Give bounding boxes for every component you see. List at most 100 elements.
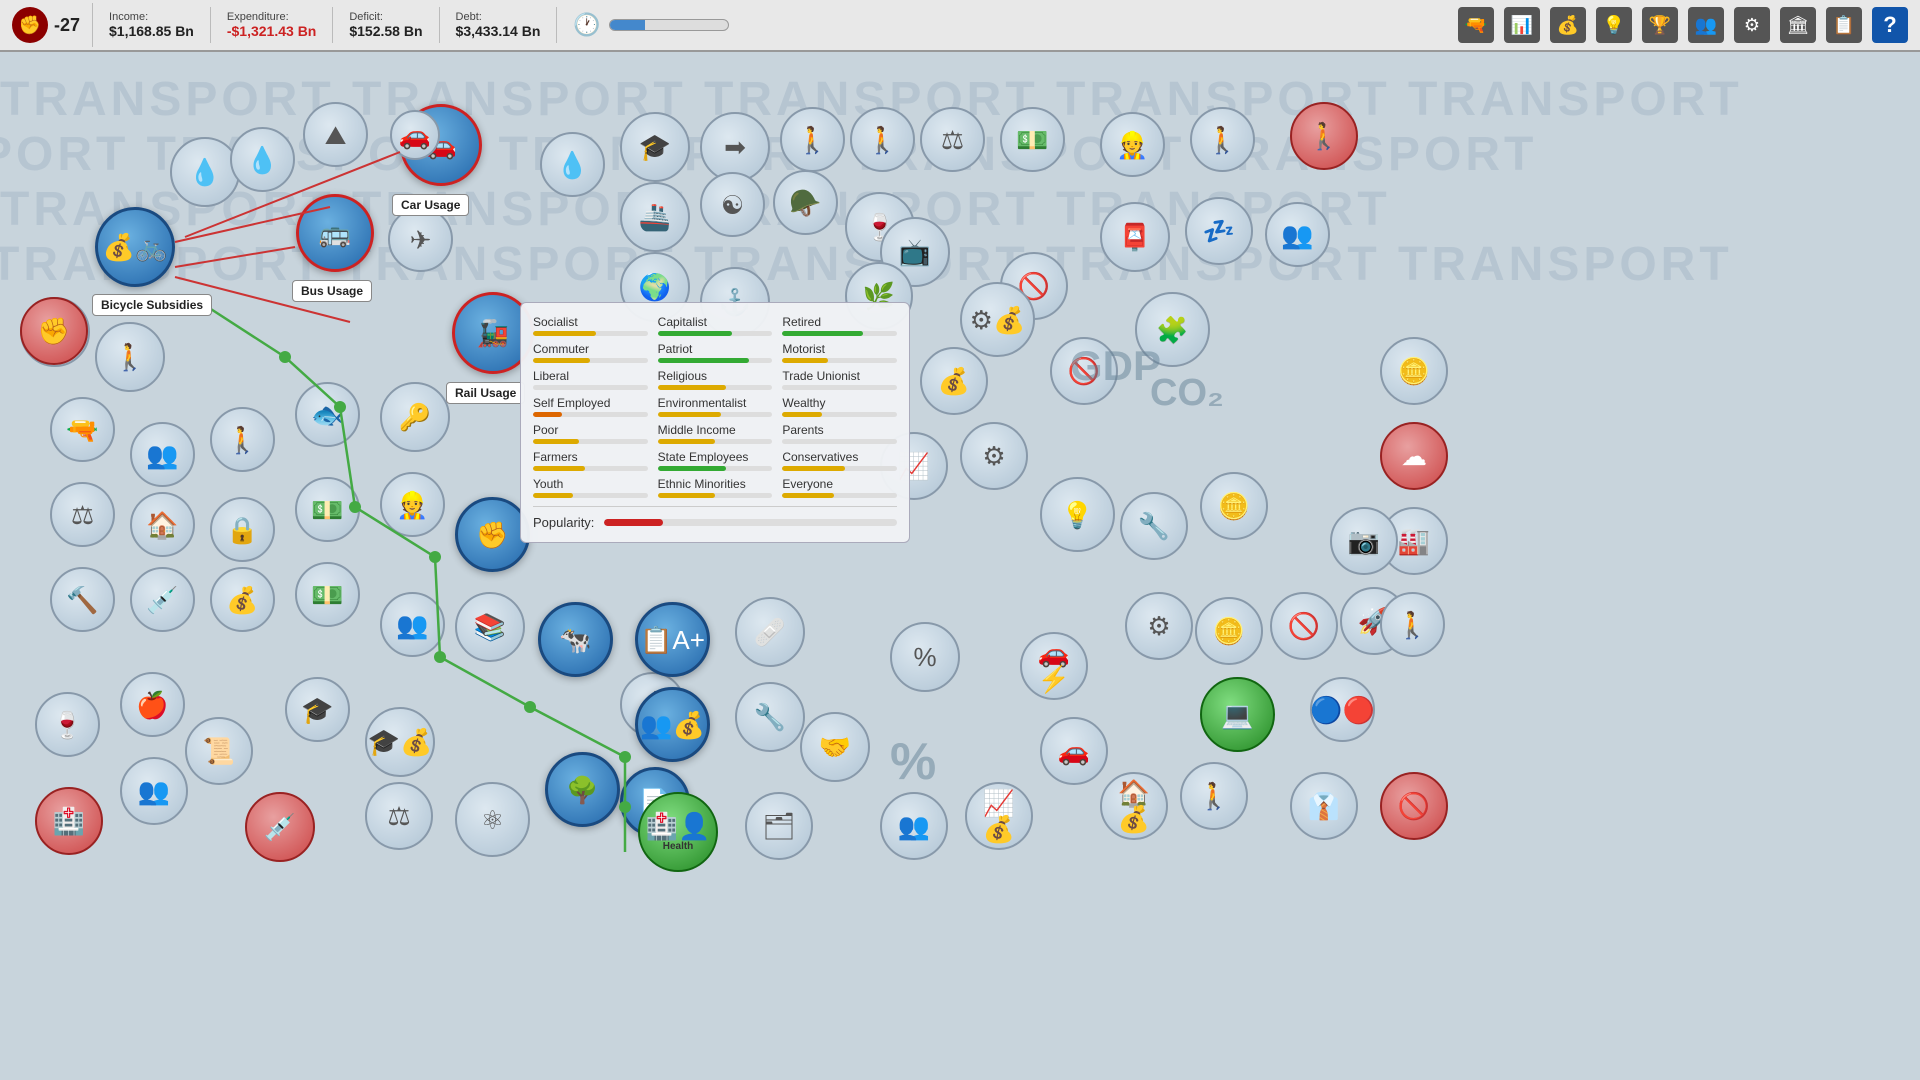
circle-gun[interactable]: 🔫 xyxy=(50,397,115,462)
circle-coins[interactable]: 🪙 xyxy=(1200,472,1268,540)
circle-tank[interactable]: 🪖 xyxy=(773,170,838,235)
circle-group[interactable]: 👥 xyxy=(130,422,195,487)
notes-icon[interactable]: 📋 xyxy=(1826,7,1862,43)
circle-mortar[interactable]: 🎓 xyxy=(285,677,350,742)
circle-mountain[interactable]: ⛰ xyxy=(303,102,368,167)
circle-economy[interactable]: ⚙💰 xyxy=(960,282,1035,357)
circle-key[interactable]: 🔑 xyxy=(380,382,450,452)
circle-people2[interactable]: 👥 xyxy=(380,592,445,657)
circle-person4[interactable]: 🚶 xyxy=(850,107,915,172)
circle-car2[interactable]: 🚗 xyxy=(390,110,440,160)
circle-car-electric[interactable]: 🚗⚡ xyxy=(1020,632,1088,700)
circle-no3[interactable]: 🚫 xyxy=(1270,592,1338,660)
circle-book[interactable]: 📚 xyxy=(455,592,525,662)
circle-gear[interactable]: ⚙ xyxy=(960,422,1028,490)
circle-syringe[interactable]: 💉 xyxy=(130,567,195,632)
circle-wine2[interactable]: 🍷 xyxy=(35,692,100,757)
circle-wrench[interactable]: 🔧 xyxy=(735,682,805,752)
group-bar xyxy=(533,358,590,363)
circle-bicolor[interactable]: 🔵🔴 xyxy=(1310,677,1375,742)
circle-lightbulb[interactable]: 💡 xyxy=(1040,477,1115,552)
circle-settings2[interactable]: ⚙ xyxy=(1125,592,1193,660)
people-icon[interactable]: 👥 xyxy=(1688,7,1724,43)
circle-dollar2[interactable]: 💵 xyxy=(295,562,360,627)
circle-court[interactable]: ⚖ xyxy=(365,782,433,850)
circle-lock[interactable]: 🔒 xyxy=(210,497,275,562)
circle-fish[interactable]: 🐟 xyxy=(295,382,360,447)
circle-apple[interactable]: 🍎 xyxy=(120,672,185,737)
circle-money-bag[interactable]: 💰 xyxy=(210,567,275,632)
circle-gavel[interactable]: 🔨 xyxy=(50,567,115,632)
group-name: Liberal xyxy=(533,369,648,383)
circle-hammer[interactable]: ⚖ xyxy=(50,482,115,547)
circle-ship[interactable]: 🚢 xyxy=(620,182,690,252)
circle-report2[interactable]: 📋A+ xyxy=(635,602,710,677)
circle-dollar[interactable]: 💵 xyxy=(295,477,360,542)
circle-coins3[interactable]: 🪙 xyxy=(1195,597,1263,665)
circle-red2[interactable]: 🚶 xyxy=(1290,102,1358,170)
health-circle[interactable]: 🏥👤 Health xyxy=(638,792,718,872)
circle-person-dollar[interactable]: 💰 xyxy=(920,347,988,415)
circle-graduate[interactable]: 🎓 xyxy=(620,112,690,182)
circle-people5[interactable]: 👥 xyxy=(880,792,948,860)
circle-red-cloud[interactable]: ☁ xyxy=(1380,422,1448,490)
bus-usage-circle[interactable]: 🚌 xyxy=(296,194,374,272)
circle-hand[interactable]: 🤝 xyxy=(800,712,870,782)
circle-camera[interactable]: 📷 xyxy=(1330,507,1398,575)
circle-waterdrop[interactable]: 💧 xyxy=(540,132,605,197)
circle-red1[interactable]: ✊ xyxy=(20,297,88,365)
circle-red-medic[interactable]: 🏥 xyxy=(35,787,103,855)
circle-suit[interactable]: 👔 xyxy=(1290,772,1358,840)
settings-icon[interactable]: ⚙ xyxy=(1734,7,1770,43)
money-icon[interactable]: 💰 xyxy=(1550,7,1586,43)
circle-green-computer[interactable]: 💻 xyxy=(1200,677,1275,752)
circle-person1[interactable]: 🚶 xyxy=(95,322,165,392)
circle-diploma[interactable]: 📜 xyxy=(185,717,253,785)
circle-worker[interactable]: 👷 xyxy=(380,472,445,537)
circle-house[interactable]: 🏠 xyxy=(130,492,195,557)
circle-people4[interactable]: 👥 xyxy=(120,757,188,825)
circle-zzz[interactable]: 💤 xyxy=(1185,197,1253,265)
circle-person7[interactable]: 🚶 xyxy=(1380,592,1445,657)
circle-person5[interactable]: 🚶 xyxy=(1190,107,1255,172)
circle-up-money[interactable]: 📈💰 xyxy=(965,782,1033,850)
trophy-icon[interactable]: 🏆 xyxy=(1642,7,1678,43)
chart-icon[interactable]: 📊 xyxy=(1504,7,1540,43)
circle-person6[interactable]: 🚶 xyxy=(1180,762,1248,830)
circle-car2[interactable]: 🚗 xyxy=(1040,717,1108,785)
circle-fist-blue[interactable]: ✊ xyxy=(455,497,530,572)
circle-dollar3[interactable]: 💵 xyxy=(1000,107,1065,172)
group-bar-container xyxy=(782,358,897,363)
circle-coins2[interactable]: 🪙 xyxy=(1380,337,1448,405)
circle-nuclear[interactable]: ⚛ xyxy=(455,782,530,857)
circle-drop2[interactable]: 💧 xyxy=(230,127,295,192)
circle-person2[interactable]: 🚶 xyxy=(210,407,275,472)
circle-cow[interactable]: 🐄 xyxy=(538,602,613,677)
circle-bandage[interactable]: 🩹 xyxy=(735,597,805,667)
group-bar-container xyxy=(658,331,773,336)
circle-plane[interactable]: ✈ xyxy=(388,207,453,272)
lightbulb-icon[interactable]: 💡 xyxy=(1596,7,1632,43)
group-name: Wealthy xyxy=(782,396,897,410)
circle-tools[interactable]: 🔧 xyxy=(1120,492,1188,560)
circle-dollar-grad[interactable]: 🎓💰 xyxy=(365,707,435,777)
circle-people3[interactable]: 👥 xyxy=(1265,202,1330,267)
circle-drop[interactable]: 💧 xyxy=(170,137,240,207)
circle-percent[interactable]: % xyxy=(890,622,960,692)
circle-red-no[interactable]: 🚫 xyxy=(1380,772,1448,840)
circle-equal[interactable]: ⚖ xyxy=(920,107,985,172)
circle-nature[interactable]: 🌳 xyxy=(545,752,620,827)
circle-yin-yang[interactable]: ☯ xyxy=(700,172,765,237)
circle-medic[interactable]: 👥💰 xyxy=(635,687,710,762)
building-icon[interactable]: 🏛 xyxy=(1780,7,1816,43)
circle-house2[interactable]: 🏠💰 xyxy=(1100,772,1168,840)
help-icon[interactable]: ? xyxy=(1872,7,1908,43)
circle-red-syringe[interactable]: 💉 xyxy=(245,792,315,862)
group-bar xyxy=(658,385,727,390)
circle-person3[interactable]: 🚶 xyxy=(780,107,845,172)
circle-stamp[interactable]: 📮 xyxy=(1100,202,1170,272)
circle-hierarchy[interactable]: 🗂 xyxy=(745,792,813,860)
gun-icon[interactable]: 🔫 xyxy=(1458,7,1494,43)
circle-worker2[interactable]: 👷 xyxy=(1100,112,1165,177)
bicycle-subsidies-circle[interactable]: 💰🚲 xyxy=(95,207,175,287)
